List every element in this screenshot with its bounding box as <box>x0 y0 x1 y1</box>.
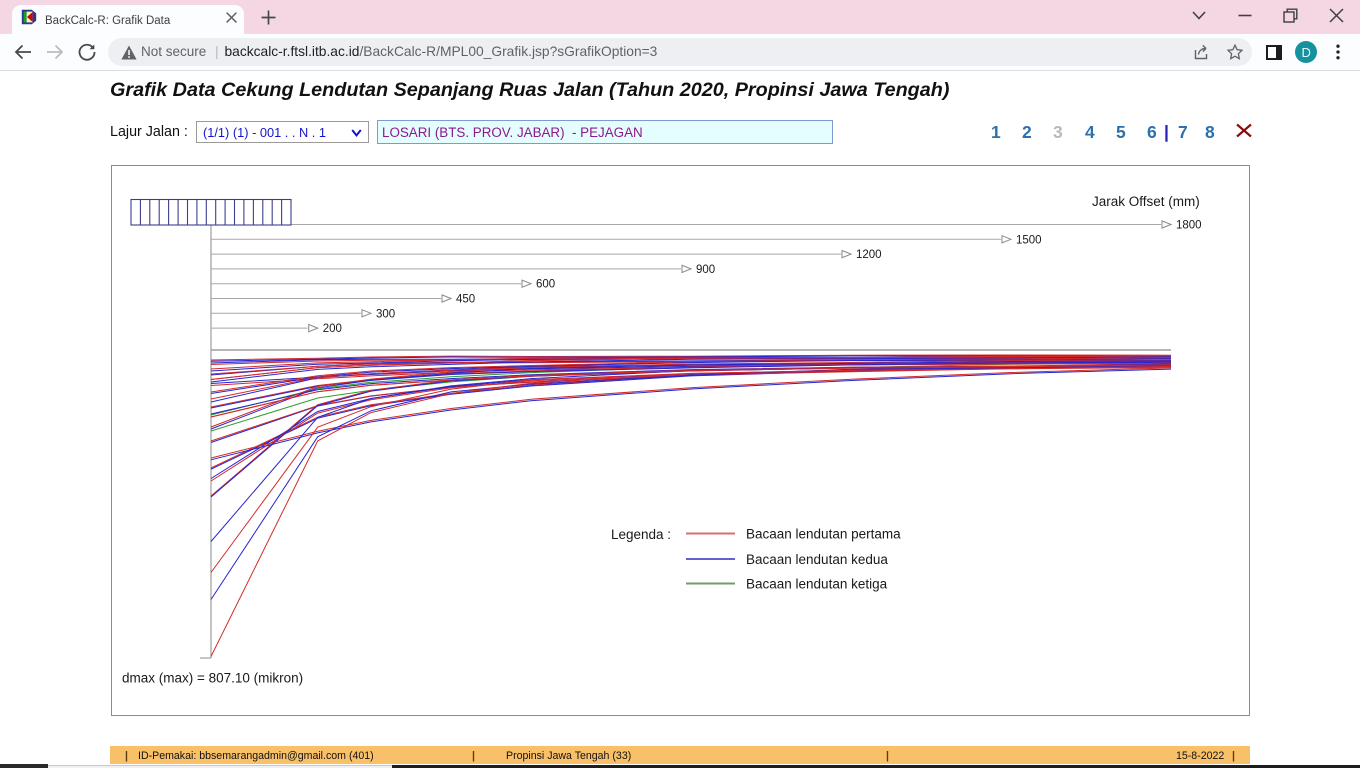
svg-text:dmax (max) = 807.10 (mikron): dmax (max) = 807.10 (mikron) <box>122 671 303 686</box>
svg-text:Bacaan lendutan pertama: Bacaan lendutan pertama <box>746 527 901 542</box>
svg-text:900: 900 <box>696 264 715 276</box>
svg-text:Legenda :: Legenda : <box>611 527 671 542</box>
svg-text:300: 300 <box>376 308 395 320</box>
svg-text:1500: 1500 <box>1016 234 1042 246</box>
svg-text:Jarak Offset (mm): Jarak Offset (mm) <box>1092 194 1200 209</box>
svg-text:Bacaan lendutan kedua: Bacaan lendutan kedua <box>746 552 888 567</box>
svg-text:1200: 1200 <box>856 249 882 261</box>
svg-text:1800: 1800 <box>1176 220 1202 232</box>
svg-text:200: 200 <box>323 323 342 335</box>
svg-text:600: 600 <box>536 279 555 291</box>
svg-text:Bacaan lendutan ketiga: Bacaan lendutan ketiga <box>746 577 888 592</box>
svg-text:450: 450 <box>456 294 475 306</box>
